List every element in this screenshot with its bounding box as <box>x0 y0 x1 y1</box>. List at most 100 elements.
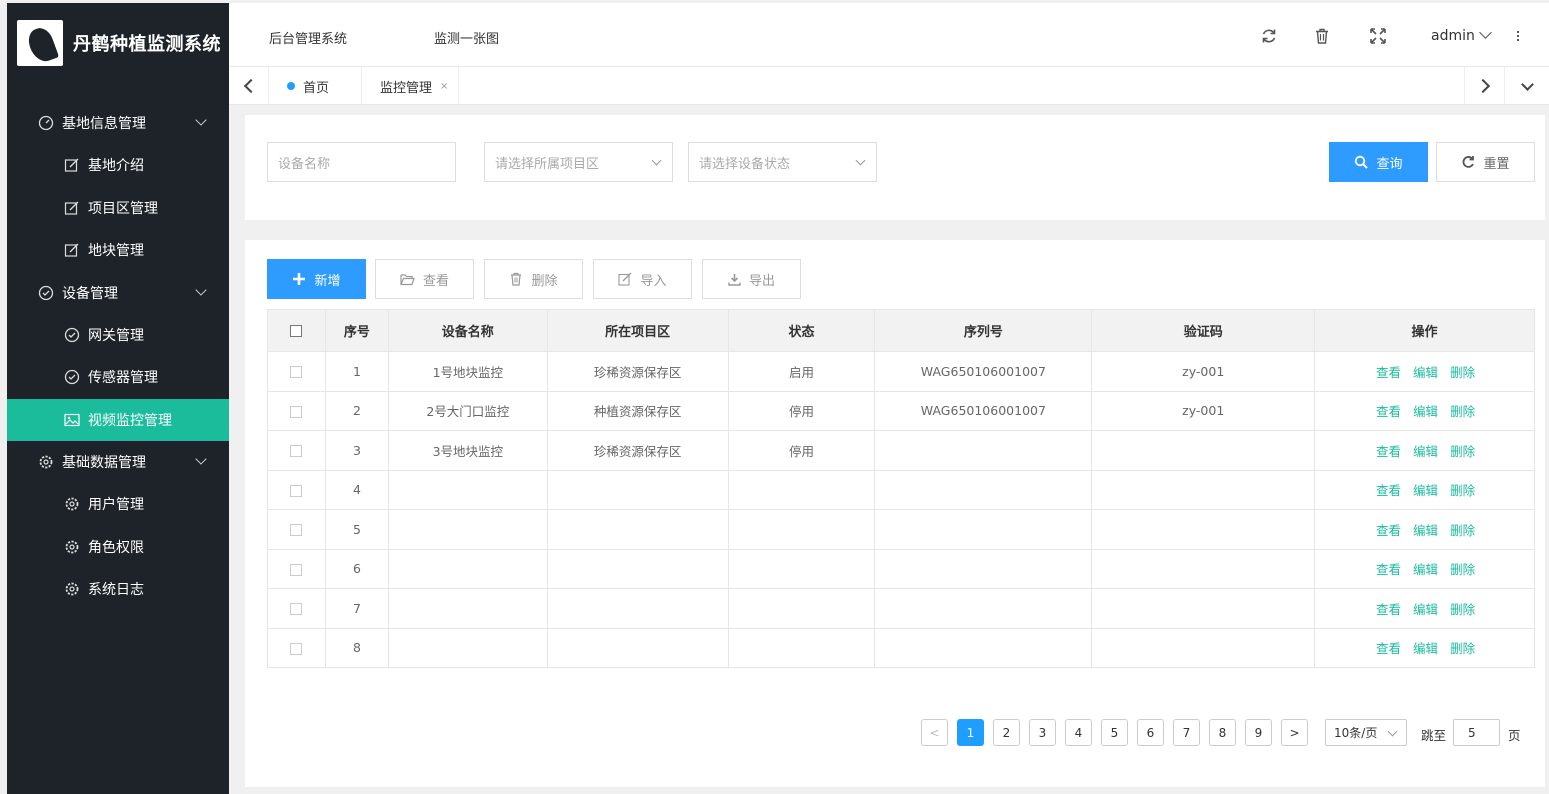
view-link[interactable]: 查看 <box>1376 562 1401 577</box>
page-button[interactable]: 5 <box>1101 719 1128 746</box>
view-link[interactable]: 查看 <box>1376 365 1401 380</box>
user-menu[interactable]: admin <box>1431 28 1475 44</box>
row-select-cell[interactable] <box>267 627 326 668</box>
add-button[interactable]: 新增 <box>267 259 366 299</box>
trash-icon[interactable] <box>1313 27 1331 45</box>
view-link[interactable]: 查看 <box>1376 602 1401 617</box>
row-select-cell[interactable] <box>267 509 326 550</box>
delete-link[interactable]: 删除 <box>1450 404 1475 419</box>
edit-link[interactable]: 编辑 <box>1413 523 1438 538</box>
select-all-cell[interactable] <box>267 309 326 352</box>
tabs-scroll-right[interactable] <box>1464 67 1504 105</box>
view-link[interactable]: 查看 <box>1376 404 1401 419</box>
more-icon[interactable] <box>1517 31 1520 43</box>
view-link[interactable]: 查看 <box>1376 483 1401 498</box>
page-button[interactable]: 9 <box>1245 719 1272 746</box>
row-select-cell[interactable] <box>267 430 326 471</box>
row-checkbox[interactable] <box>290 642 303 655</box>
column-header: 序号 <box>324 309 389 352</box>
next-page-button[interactable]: > <box>1281 719 1308 746</box>
row-checkbox[interactable] <box>290 366 303 379</box>
tabs-dropdown[interactable] <box>1504 67 1549 105</box>
page-button[interactable]: 6 <box>1137 719 1164 746</box>
delete-link[interactable]: 删除 <box>1450 444 1475 459</box>
page-button[interactable]: 2 <box>993 719 1020 746</box>
delete-link[interactable]: 删除 <box>1450 562 1475 577</box>
edit-link[interactable]: 编辑 <box>1413 404 1438 419</box>
row-checkbox[interactable] <box>290 603 303 616</box>
view-link[interactable]: 查看 <box>1376 523 1401 538</box>
row-actions-cell: 查看 编辑 删除 <box>1314 627 1535 668</box>
page-button[interactable]: 1 <box>957 719 984 746</box>
delete-link[interactable]: 删除 <box>1450 523 1475 538</box>
sidebar-item-plot[interactable]: 地块管理 <box>7 229 229 272</box>
sidebar-item-sensor[interactable]: 传感器管理 <box>7 356 229 399</box>
edit-link[interactable]: 编辑 <box>1413 562 1438 577</box>
page-button[interactable]: 4 <box>1065 719 1092 746</box>
edit-icon <box>618 272 632 286</box>
import-button[interactable]: 导入 <box>593 259 692 299</box>
export-button[interactable]: 导出 <box>702 259 801 299</box>
project-area-select[interactable]: 请选择所属项目区 <box>484 142 673 182</box>
view-link[interactable]: 查看 <box>1376 641 1401 656</box>
edit-link[interactable]: 编辑 <box>1413 444 1438 459</box>
menu-group-label: 基地信息管理 <box>62 116 146 132</box>
chevron-down-icon[interactable] <box>1479 26 1492 39</box>
delete-link[interactable]: 删除 <box>1450 641 1475 656</box>
sidebar-item-logs[interactable]: 系统日志 <box>7 568 229 611</box>
row-select-cell[interactable] <box>267 469 326 510</box>
sidebar-item-video-monitor[interactable]: 视频监控管理 <box>7 398 229 441</box>
menu-group-basic-data[interactable]: 基础数据管理 <box>7 441 229 483</box>
fullscreen-icon[interactable] <box>1369 27 1387 45</box>
edit-link[interactable]: 编辑 <box>1413 602 1438 617</box>
reset-button[interactable]: 重置 <box>1436 142 1535 182</box>
view-button[interactable]: 查看 <box>375 259 474 299</box>
tab-bar: 首页 监控管理 × <box>229 67 1549 105</box>
sidebar-item-gateway[interactable]: 网关管理 <box>7 314 229 357</box>
row-checkbox[interactable] <box>290 405 303 418</box>
sidebar-item-base-intro[interactable]: 基地介绍 <box>7 144 229 187</box>
delete-link[interactable]: 删除 <box>1450 365 1475 380</box>
menu-group-base-info[interactable]: 基地信息管理 <box>7 102 229 144</box>
edit-link[interactable]: 编辑 <box>1413 365 1438 380</box>
page-button[interactable]: 3 <box>1029 719 1056 746</box>
table-cell <box>387 469 548 510</box>
row-select-cell[interactable] <box>267 351 326 392</box>
delete-link[interactable]: 删除 <box>1450 602 1475 617</box>
tab-monitor-management[interactable]: 监控管理 × <box>362 67 459 105</box>
refresh-icon[interactable] <box>1260 27 1278 45</box>
row-checkbox[interactable] <box>290 445 303 458</box>
row-checkbox[interactable] <box>290 563 303 576</box>
page-button[interactable]: 8 <box>1209 719 1236 746</box>
query-button[interactable]: 查询 <box>1329 142 1428 182</box>
nav-link-monitor-map[interactable]: 监测一张图 <box>434 28 499 47</box>
tabs-scroll-left[interactable] <box>229 67 269 105</box>
page-button[interactable]: 7 <box>1173 719 1200 746</box>
nav-link-admin[interactable]: 后台管理系统 <box>269 28 347 47</box>
device-name-input[interactable]: 设备名称 <box>267 142 456 182</box>
sidebar-item-users[interactable]: 用户管理 <box>7 483 229 526</box>
row-actions-cell: 查看 编辑 删除 <box>1314 430 1535 471</box>
row-checkbox[interactable] <box>290 484 303 497</box>
page-size-select[interactable]: 10条/页 <box>1325 719 1407 746</box>
row-select-cell[interactable] <box>267 548 326 589</box>
edit-link[interactable]: 编辑 <box>1413 641 1438 656</box>
view-link[interactable]: 查看 <box>1376 444 1401 459</box>
sidebar-item-roles[interactable]: 角色权限 <box>7 526 229 569</box>
menu-group-device[interactable]: 设备管理 <box>7 272 229 314</box>
select-all-checkbox[interactable] <box>290 324 303 337</box>
close-icon[interactable]: × <box>440 81 448 92</box>
row-select-cell[interactable] <box>267 588 326 629</box>
row-checkbox[interactable] <box>290 524 303 537</box>
chevron-down-icon <box>855 155 866 166</box>
device-status-select[interactable]: 请选择设备状态 <box>688 142 877 182</box>
jump-page-input[interactable]: 5 <box>1453 719 1500 746</box>
edit-link[interactable]: 编辑 <box>1413 483 1438 498</box>
sidebar-item-project-area[interactable]: 项目区管理 <box>7 187 229 230</box>
tab-home[interactable]: 首页 <box>270 67 362 105</box>
row-select-cell[interactable] <box>267 390 326 431</box>
table-cell: 珍稀资源保存区 <box>546 430 729 471</box>
delete-link[interactable]: 删除 <box>1450 483 1475 498</box>
delete-button[interactable]: 删除 <box>484 259 583 299</box>
prev-page-button[interactable]: < <box>921 719 948 746</box>
